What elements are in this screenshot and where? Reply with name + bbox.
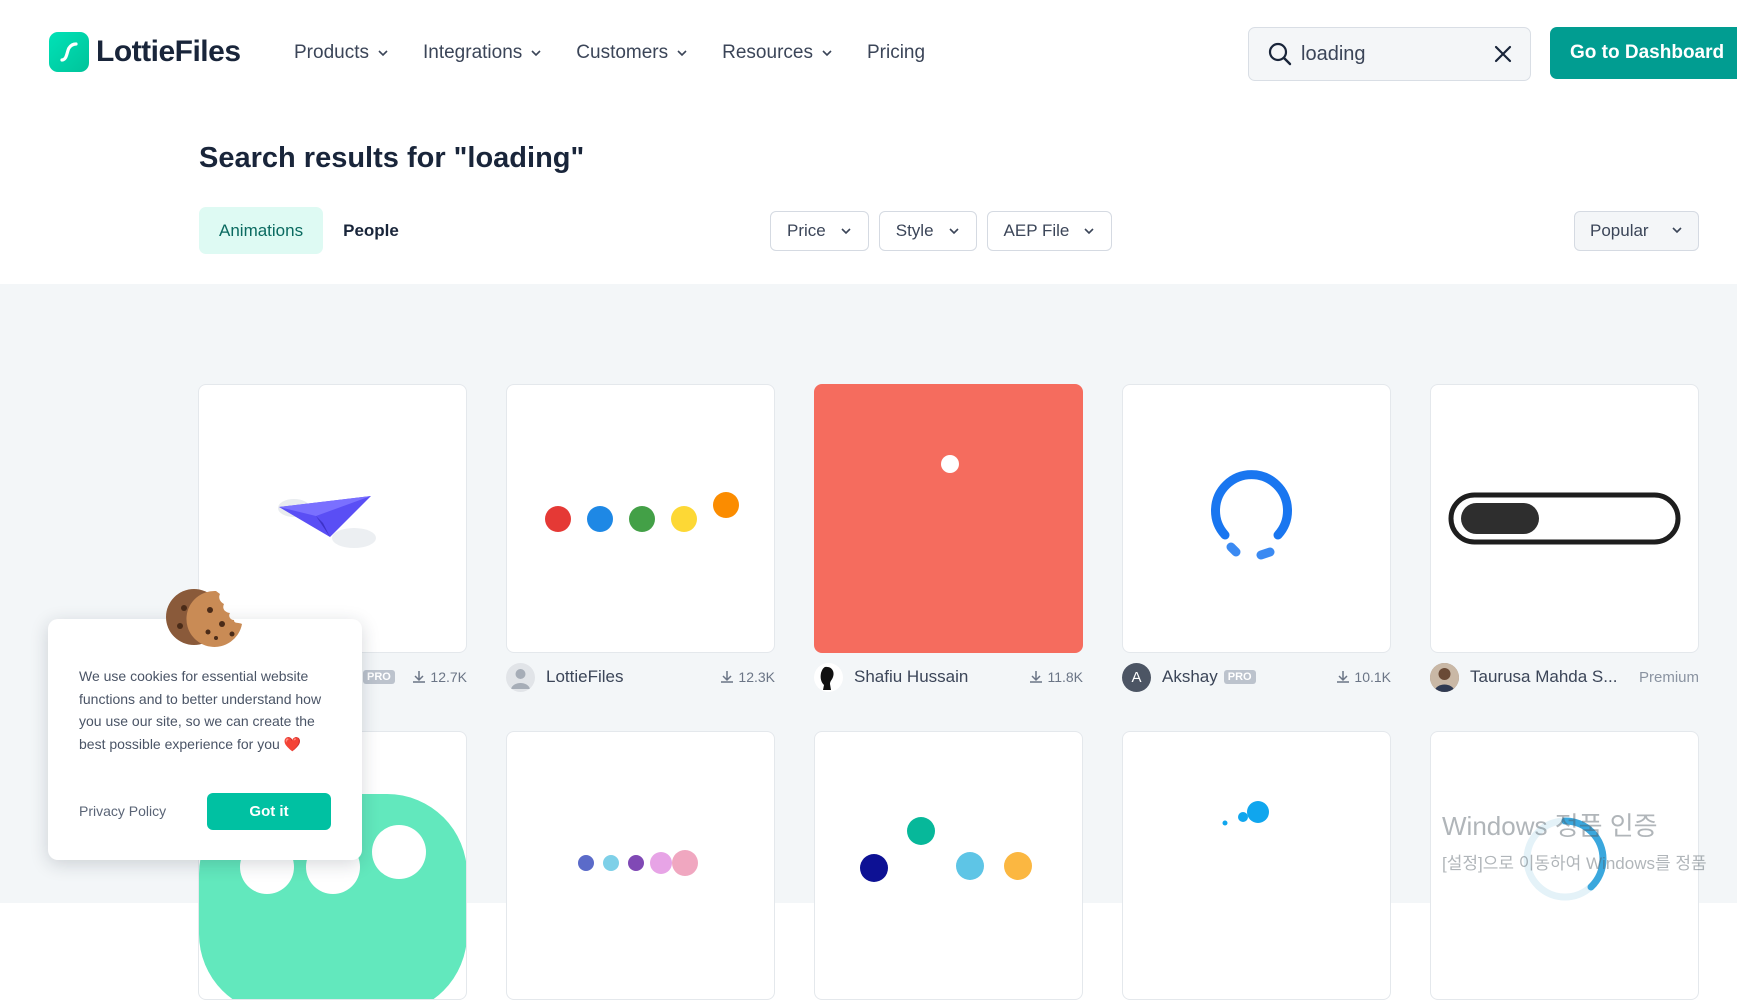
tab-animations[interactable]: Animations: [199, 207, 324, 254]
avatar[interactable]: [1430, 662, 1459, 692]
lottiefiles-logo[interactable]: LottieFiles: [49, 32, 241, 72]
go-to-dashboard-button[interactable]: Go to Dashboard: [1550, 27, 1737, 79]
card-meta: LottieFiles 12.3K: [506, 662, 775, 692]
nav-products[interactable]: Products: [294, 42, 389, 64]
pro-badge: PRO: [1223, 670, 1256, 684]
chevron-down-icon: [821, 47, 833, 59]
lottiefiles-logo-icon: [49, 32, 89, 72]
author-name[interactable]: LottieFiles: [546, 667, 623, 687]
main-nav: Products Integrations Customers Resource…: [294, 0, 959, 106]
filter-style[interactable]: Style: [878, 211, 977, 251]
chevron-down-icon: [1083, 225, 1095, 237]
chevron-down-icon: [377, 47, 389, 59]
download-count: 10.1K: [1335, 669, 1391, 685]
download-icon: [1335, 669, 1351, 685]
tab-people[interactable]: People: [323, 207, 419, 254]
avatar[interactable]: A: [1122, 662, 1151, 692]
download-count: 12.7K: [411, 669, 467, 685]
cookie-consent-popup: We use cookies for essential website fun…: [48, 589, 362, 860]
download-icon: [1028, 669, 1044, 685]
nav-label: Products: [294, 42, 369, 63]
logo-text: LottieFiles: [96, 35, 241, 68]
download-count: 12.3K: [719, 669, 775, 685]
avatar[interactable]: [814, 662, 843, 692]
sort-dropdown[interactable]: Popular: [1574, 211, 1699, 251]
card-meta: Shafiu Hussain 11.8K: [814, 662, 1083, 692]
chevron-down-icon: [840, 225, 852, 237]
filter-label: AEP File: [1003, 221, 1070, 240]
bouncing-dot-animation: [941, 455, 959, 473]
pro-badge: PRO: [363, 670, 395, 684]
windows-activation-watermark: Windows 정품 인증 [설정]으로 이동하여 Windows를 정품: [1442, 806, 1707, 874]
premium-label: Premium: [1638, 668, 1699, 686]
download-icon: [719, 669, 735, 685]
cookie-message: We use cookies for essential website fun…: [79, 668, 322, 752]
avatar[interactable]: [506, 662, 535, 692]
card-meta: A Akshay PRO 10.1K: [1122, 662, 1391, 692]
animation-card-coral-dot[interactable]: [814, 384, 1083, 653]
progress-toggle-animation: [1448, 492, 1681, 545]
nav-label: Integrations: [422, 42, 523, 63]
filter-label: Price: [787, 221, 826, 240]
filter-bar: Price Style AEP File: [770, 211, 1122, 251]
small-dots-animation: [578, 850, 698, 876]
chevron-down-icon: [1671, 221, 1683, 241]
nav-label: Customers: [576, 42, 669, 63]
privacy-policy-link[interactable]: Privacy Policy: [79, 803, 166, 819]
heart-icon: ❤️: [283, 735, 302, 752]
animation-card-progress-toggle[interactable]: [1430, 384, 1699, 653]
nav-pricing[interactable]: Pricing: [867, 42, 925, 64]
animation-card-triangle-dots[interactable]: [814, 731, 1083, 1000]
colored-dots-animation: [545, 492, 739, 532]
chevron-down-icon: [948, 225, 960, 237]
blue-drops-animation: [1222, 801, 1269, 826]
cookie-icon: [166, 589, 242, 647]
nav-label: Resources: [722, 42, 813, 63]
filter-label: Style: [895, 221, 934, 240]
download-icon: [411, 669, 427, 685]
author-name[interactable]: Akshay: [1162, 667, 1218, 687]
chevron-down-icon: [676, 47, 688, 59]
sort-label: Popular: [1590, 221, 1649, 240]
page-title: Search results for "loading": [199, 142, 585, 174]
watermark-title: Windows 정품 인증: [1442, 811, 1658, 841]
filter-price[interactable]: Price: [770, 211, 869, 251]
author-name[interactable]: Shafiu Hussain: [854, 667, 968, 687]
animation-card-small-dots[interactable]: [506, 731, 775, 1000]
close-icon[interactable]: [1491, 42, 1515, 66]
filter-aep-file[interactable]: AEP File: [986, 211, 1113, 251]
result-type-tabs: Animations People: [199, 207, 419, 254]
top-header: LottieFiles Products Integrations Custom…: [0, 0, 1737, 106]
nav-integrations[interactable]: Integrations: [423, 42, 542, 64]
triangle-dots-animation: [860, 817, 1032, 882]
search-input[interactable]: [1301, 42, 1481, 66]
animation-card-blue-spinner[interactable]: [1122, 384, 1391, 653]
nav-customers[interactable]: Customers: [576, 42, 688, 64]
animation-card-blue-drops[interactable]: [1122, 731, 1391, 1000]
watermark-subtitle: [설정]으로 이동하여 Windows를 정품: [1442, 854, 1707, 873]
download-count: 11.8K: [1028, 669, 1083, 685]
author-name[interactable]: Taurusa Mahda S...: [1470, 667, 1617, 687]
animation-card-colored-dots[interactable]: [506, 384, 775, 653]
nav-resources[interactable]: Resources: [722, 42, 833, 64]
got-it-button[interactable]: Got it: [207, 793, 331, 830]
card-meta: Taurusa Mahda S... Premium: [1430, 662, 1699, 692]
nav-label: Pricing: [866, 42, 926, 63]
search-icon: [1267, 41, 1293, 67]
search-box: [1248, 27, 1531, 81]
blue-spinner-animation: [1211, 470, 1292, 560]
chevron-down-icon: [530, 47, 542, 59]
